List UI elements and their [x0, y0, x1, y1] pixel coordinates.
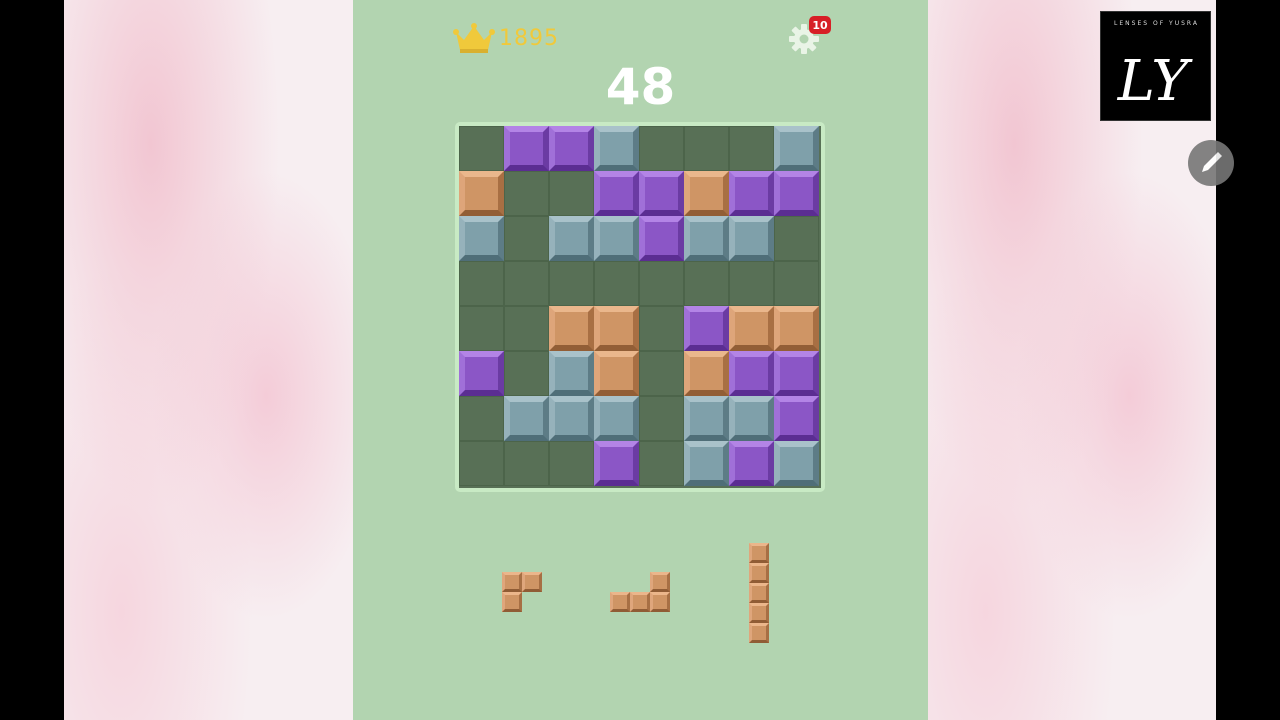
board-cell-empty[interactable] — [594, 261, 639, 306]
notification-badge: 10 — [809, 16, 831, 34]
board-cell-empty[interactable] — [729, 261, 774, 306]
board-block-tan[interactable] — [549, 306, 594, 351]
letterbox-right — [1216, 0, 1280, 720]
best-score-value: 1895 — [499, 25, 559, 51]
edit-button[interactable] — [1188, 140, 1234, 186]
board-block-gray[interactable] — [729, 216, 774, 261]
board-cell-empty[interactable] — [549, 441, 594, 486]
board-block-gray[interactable] — [549, 351, 594, 396]
board-block-tan[interactable] — [684, 351, 729, 396]
piece-block — [749, 543, 769, 563]
board-block-gray[interactable] — [729, 396, 774, 441]
board-block-purple[interactable] — [729, 171, 774, 216]
board-cell-empty[interactable] — [549, 171, 594, 216]
board-block-gray[interactable] — [774, 126, 819, 171]
board-cell-empty[interactable] — [774, 261, 819, 306]
piece-block — [502, 572, 522, 592]
piece-block — [522, 572, 542, 592]
watermark-logo: LENSES OF YUSRA LY — [1100, 11, 1211, 121]
piece-block — [610, 592, 630, 612]
current-score: 48 — [605, 58, 676, 116]
board-block-gray[interactable] — [684, 441, 729, 486]
board-block-tan[interactable] — [774, 306, 819, 351]
board-cell-empty[interactable] — [549, 261, 594, 306]
board-block-gray[interactable] — [594, 216, 639, 261]
piece-block — [650, 592, 670, 612]
board-block-tan[interactable] — [459, 171, 504, 216]
board-cell-empty[interactable] — [504, 261, 549, 306]
piece-block — [749, 583, 769, 603]
board-block-gray[interactable] — [684, 216, 729, 261]
board-cell-empty[interactable] — [639, 306, 684, 351]
board-cell-empty[interactable] — [639, 126, 684, 171]
monogram-icon: LY — [1117, 49, 1194, 114]
board-cell-empty[interactable] — [639, 396, 684, 441]
board-cell-empty[interactable] — [459, 126, 504, 171]
board-cell-empty[interactable] — [459, 396, 504, 441]
piece-block — [502, 592, 522, 612]
crown-icon — [453, 23, 495, 53]
board-block-purple[interactable] — [594, 441, 639, 486]
board-block-purple[interactable] — [729, 441, 774, 486]
piece-block — [630, 592, 650, 612]
board-cell-empty[interactable] — [639, 261, 684, 306]
pencil-icon — [1202, 152, 1222, 172]
best-score: 1895 — [453, 20, 559, 56]
piece-block — [749, 563, 769, 583]
game-board[interactable] — [459, 126, 821, 488]
board-block-purple[interactable] — [729, 351, 774, 396]
board-block-gray[interactable] — [549, 216, 594, 261]
board-block-purple[interactable] — [549, 126, 594, 171]
board-block-purple[interactable] — [639, 171, 684, 216]
board-cell-empty[interactable] — [729, 126, 774, 171]
board-block-purple[interactable] — [639, 216, 684, 261]
board-block-purple[interactable] — [774, 396, 819, 441]
board-cell-empty[interactable] — [504, 216, 549, 261]
board-block-gray[interactable] — [459, 216, 504, 261]
board-block-purple[interactable] — [504, 126, 549, 171]
board-block-tan[interactable] — [594, 306, 639, 351]
board-cell-empty[interactable] — [504, 351, 549, 396]
board-block-gray[interactable] — [684, 396, 729, 441]
board-block-gray[interactable] — [594, 396, 639, 441]
board-block-purple[interactable] — [684, 306, 729, 351]
game-screen: 1895 10 48 — [353, 0, 928, 720]
board-block-gray[interactable] — [549, 396, 594, 441]
board-cell-empty[interactable] — [459, 261, 504, 306]
piece-block — [650, 572, 670, 592]
board-block-gray[interactable] — [594, 126, 639, 171]
background-left — [64, 0, 353, 720]
board-block-purple[interactable] — [774, 351, 819, 396]
monogram-text: LY — [1117, 49, 1194, 114]
board-cell-empty[interactable] — [459, 441, 504, 486]
board-block-purple[interactable] — [459, 351, 504, 396]
board-cell-empty[interactable] — [639, 441, 684, 486]
board-block-gray[interactable] — [504, 396, 549, 441]
board-block-tan[interactable] — [729, 306, 774, 351]
board-block-tan[interactable] — [594, 351, 639, 396]
board-cell-empty[interactable] — [684, 126, 729, 171]
settings-button[interactable]: 10 — [787, 16, 831, 56]
board-cell-empty[interactable] — [684, 261, 729, 306]
board-cell-empty[interactable] — [774, 216, 819, 261]
piece-block — [749, 623, 769, 643]
board-block-gray[interactable] — [774, 441, 819, 486]
board-cell-empty[interactable] — [504, 306, 549, 351]
board-cell-empty[interactable] — [504, 171, 549, 216]
board-block-purple[interactable] — [774, 171, 819, 216]
board-block-purple[interactable] — [594, 171, 639, 216]
piece-block — [749, 603, 769, 623]
board-cell-empty[interactable] — [504, 441, 549, 486]
board-cell-empty[interactable] — [639, 351, 684, 396]
board-cell-empty[interactable] — [459, 306, 504, 351]
board-block-tan[interactable] — [684, 171, 729, 216]
